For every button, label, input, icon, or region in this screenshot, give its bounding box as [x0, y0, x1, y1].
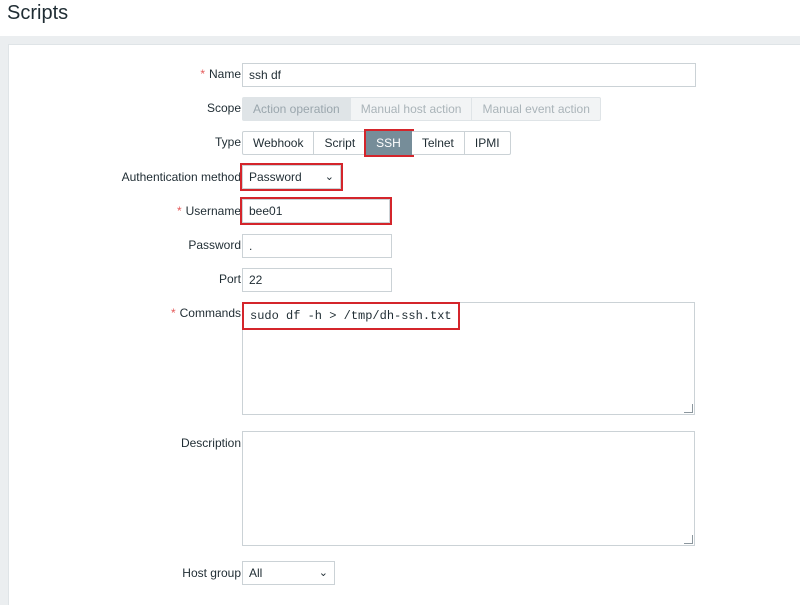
- type-webhook[interactable]: Webhook: [242, 131, 315, 155]
- script-form: * Name ssh df Scope Action operation Manu…: [8, 44, 800, 605]
- name-input[interactable]: ssh df: [242, 63, 696, 87]
- resize-handle-icon[interactable]: [684, 404, 693, 413]
- auth-method-select[interactable]: Password ⌄: [240, 163, 343, 191]
- commands-label-text: Commands: [179, 306, 241, 320]
- required-mark: *: [200, 67, 205, 81]
- type-segmented-control: Webhook Script SSH Telnet IPMI: [242, 129, 511, 157]
- type-label: Type: [214, 135, 241, 149]
- username-label: * Username: [177, 204, 241, 218]
- chevron-down-icon: ⌄: [318, 567, 328, 579]
- description-textarea[interactable]: [242, 431, 695, 546]
- scope-action-operation: Action operation: [242, 97, 351, 121]
- name-label-text: Name: [208, 67, 241, 81]
- type-ssh[interactable]: SSH: [364, 129, 414, 157]
- scope-manual-event-action: Manual event action: [472, 97, 601, 121]
- password-input[interactable]: .: [242, 234, 392, 258]
- commands-label: * Commands: [171, 306, 241, 320]
- name-label: * Name: [200, 67, 241, 81]
- commands-textarea[interactable]: sudo df -h > /tmp/dh-ssh.txt: [242, 302, 695, 415]
- host-group-select[interactable]: All ⌄: [242, 561, 335, 585]
- auth-method-value: Password: [249, 170, 302, 184]
- username-label-text: Username: [185, 204, 241, 218]
- port-label: Port: [218, 272, 241, 286]
- resize-handle-icon[interactable]: [684, 535, 693, 544]
- port-input[interactable]: 22: [242, 268, 392, 292]
- type-script[interactable]: Script: [314, 131, 367, 155]
- commands-value: sudo df -h > /tmp/dh-ssh.txt: [242, 302, 460, 330]
- page-header: Scripts: [0, 0, 800, 36]
- type-telnet[interactable]: Telnet: [411, 131, 465, 155]
- description-label: Description: [180, 436, 241, 450]
- page-title: Scripts: [7, 2, 69, 24]
- password-label: Password: [188, 238, 241, 252]
- host-group-label: Host group: [182, 566, 241, 580]
- scope-label: Scope: [206, 101, 241, 115]
- type-ipmi[interactable]: IPMI: [464, 131, 511, 155]
- required-mark: *: [176, 204, 182, 218]
- scope-manual-host-action: Manual host action: [350, 97, 473, 121]
- chevron-down-icon: ⌄: [324, 171, 334, 183]
- required-mark: *: [170, 306, 176, 320]
- scope-segmented-control: Action operation Manual host action Manu…: [242, 97, 601, 121]
- host-group-value: All: [249, 566, 263, 580]
- username-input[interactable]: bee01: [240, 197, 392, 225]
- auth-method-label: Authentication method: [121, 170, 241, 184]
